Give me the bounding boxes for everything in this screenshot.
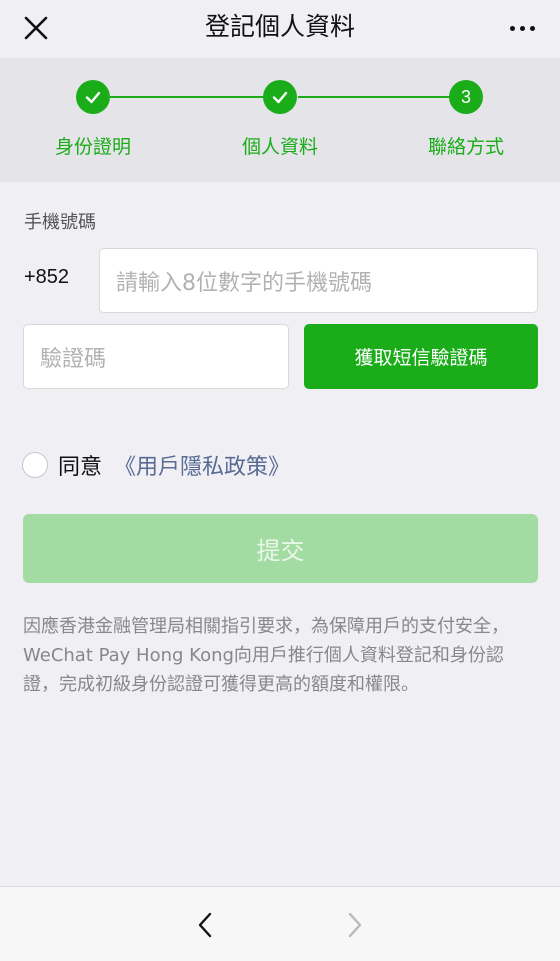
- phone-placeholder: 請輸入8位數字的手機號碼: [116, 270, 372, 296]
- step-3-number: 3: [460, 86, 471, 107]
- privacy-policy-link[interactable]: 《用戶隱私政策》: [114, 449, 290, 481]
- get-sms-code-button[interactable]: 獲取短信驗證碼: [304, 324, 538, 389]
- step-2-circle: [263, 80, 297, 114]
- bottom-nav-bar: [0, 886, 560, 961]
- step-connector: [298, 96, 468, 98]
- code-placeholder: 驗證碼: [40, 346, 107, 372]
- submit-button[interactable]: 提交: [23, 514, 538, 583]
- chevron-right-icon: [348, 912, 362, 938]
- step-3-circle: 3: [449, 80, 483, 114]
- step-2-label: 個人資料: [241, 136, 318, 158]
- check-icon: [272, 91, 288, 104]
- agree-radio[interactable]: [22, 452, 48, 478]
- page-title: 登記個人資料: [204, 12, 355, 41]
- notice-text: 因應香港金融管理局相關指引要求，為保障用戶的支付安全，WeChat Pay Ho…: [23, 616, 509, 695]
- country-code: +852: [24, 266, 70, 288]
- phone-input[interactable]: 請輸入8位數字的手機號碼: [99, 248, 538, 313]
- chevron-left-icon: [198, 912, 212, 938]
- step-connector: [110, 96, 282, 98]
- step-1-label: 身份證明: [54, 136, 131, 158]
- phone-label: 手機號碼: [24, 212, 96, 233]
- back-button[interactable]: [186, 905, 226, 945]
- verification-code-input[interactable]: 驗證碼: [23, 324, 289, 389]
- more-button[interactable]: [500, 10, 544, 46]
- progress-stepper: 3 身份證明 個人資料 聯絡方式: [0, 58, 560, 182]
- agreement-row: 同意 《用戶隱私政策》: [22, 448, 290, 482]
- forward-button[interactable]: [334, 905, 374, 945]
- more-icon: [509, 25, 515, 31]
- step-3-label: 聯絡方式: [427, 136, 504, 158]
- check-icon: [85, 91, 101, 104]
- top-bar: 登記個人資料: [0, 0, 560, 56]
- step-1-circle: [76, 80, 110, 114]
- agree-label: 同意: [58, 455, 103, 480]
